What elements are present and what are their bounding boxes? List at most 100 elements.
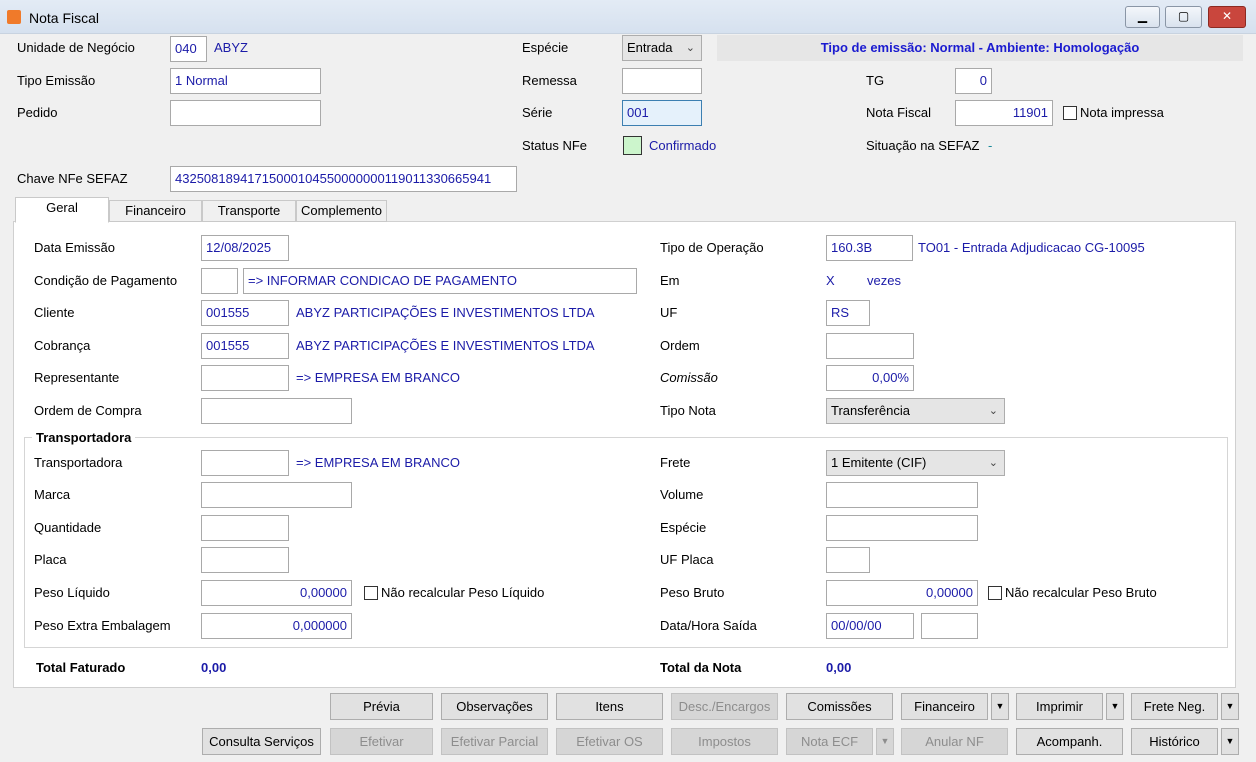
cobranca-code-input[interactable]: 001555: [201, 333, 289, 359]
transportadora-group-label: Transportadora: [32, 430, 136, 446]
tipo-nota-select[interactable]: Transferência ⌄: [826, 398, 1005, 424]
chave-label: Chave NFe SEFAZ: [17, 171, 128, 186]
nota-impressa-checkbox[interactable]: [1063, 106, 1077, 120]
serie-input[interactable]: 001: [622, 100, 702, 126]
nota-ecf-dropdown-icon[interactable]: ▼: [876, 728, 894, 755]
ordem-input[interactable]: [826, 333, 914, 359]
volume-input[interactable]: [826, 482, 978, 508]
em-x: X: [826, 273, 835, 288]
data-saida-input[interactable]: 00/00/00: [826, 613, 914, 639]
em-label: Em: [660, 273, 680, 288]
pedido-input[interactable]: [170, 100, 321, 126]
tab-transporte[interactable]: Transporte: [202, 200, 296, 222]
acompanh-button[interactable]: Acompanh.: [1016, 728, 1123, 755]
especie-value: Entrada: [627, 40, 673, 55]
nao-recalc-liquido-checkbox[interactable]: [364, 586, 378, 600]
minimize-button[interactable]: ▁: [1125, 6, 1160, 28]
transp-name: => EMPRESA EM BRANCO: [296, 455, 460, 470]
cliente-label: Cliente: [34, 305, 75, 320]
maximize-button[interactable]: ▢: [1165, 6, 1202, 28]
previa-button[interactable]: Prévia: [330, 693, 433, 720]
chevron-down-icon: ⌄: [685, 42, 695, 54]
em-vezes: vezes: [867, 273, 901, 288]
observacoes-button[interactable]: Observações: [441, 693, 548, 720]
condicao-desc-input[interactable]: => INFORMAR CONDICAO DE PAGAMENTO: [243, 268, 637, 294]
remessa-input[interactable]: [622, 68, 702, 94]
total-faturado-label: Total Faturado: [36, 660, 126, 675]
tab-geral[interactable]: Geral: [15, 197, 109, 223]
serie-label: Série: [522, 105, 553, 120]
especie-select[interactable]: Entrada ⌄: [622, 35, 702, 61]
tg-input[interactable]: 0: [955, 68, 992, 94]
ordem-compra-input[interactable]: [201, 398, 352, 424]
chevron-down-icon: ⌄: [988, 457, 998, 469]
peso-liquido-input[interactable]: 0,00000: [201, 580, 352, 606]
tipo-operacao-input[interactable]: 160.3B: [826, 235, 913, 261]
nao-recalc-bruto-checkbox[interactable]: [988, 586, 1002, 600]
close-button[interactable]: ✕: [1208, 6, 1246, 28]
itens-button[interactable]: Itens: [556, 693, 663, 720]
chave-input[interactable]: 4325081894171500010455000000011901133066…: [170, 166, 517, 192]
tipo-emissao-label: Tipo Emissão: [17, 73, 96, 88]
frete-neg-dropdown-icon[interactable]: ▼: [1221, 693, 1239, 720]
comissoes-button[interactable]: Comissões: [786, 693, 893, 720]
placa-input[interactable]: [201, 547, 289, 573]
peso-extra-input[interactable]: 0,000000: [201, 613, 352, 639]
consulta-servicos-button[interactable]: Consulta Serviços: [202, 728, 321, 755]
tab-complemento[interactable]: Complemento: [296, 200, 387, 222]
situacao-value: -: [988, 138, 993, 153]
frete-neg-button[interactable]: Frete Neg.: [1131, 693, 1218, 720]
volume-label: Volume: [660, 487, 704, 502]
uf-placa-label: UF Placa: [660, 552, 714, 567]
nota-fiscal-input[interactable]: 11901: [955, 100, 1053, 126]
imprimir-button[interactable]: Imprimir: [1016, 693, 1103, 720]
nao-recalc-liquido-label: Não recalcular Peso Líquido: [381, 585, 545, 600]
unidade-code-input[interactable]: 040: [170, 36, 207, 62]
quantidade-input[interactable]: [201, 515, 289, 541]
representante-code-input[interactable]: [201, 365, 289, 391]
hora-saida-input[interactable]: [921, 613, 978, 639]
emission-banner: Tipo de emissão: Normal - Ambiente: Homo…: [717, 35, 1243, 61]
efetivar-os-button[interactable]: Efetivar OS: [556, 728, 663, 755]
condicao-code-input[interactable]: [201, 268, 238, 294]
ordem-label: Ordem: [660, 338, 700, 353]
impostos-button[interactable]: Impostos: [671, 728, 778, 755]
frete-select[interactable]: 1 Emitente (CIF) ⌄: [826, 450, 1005, 476]
status-nfe-label: Status NFe: [522, 138, 588, 153]
historico-dropdown-icon[interactable]: ▼: [1221, 728, 1239, 755]
marca-input[interactable]: [201, 482, 352, 508]
ordem-compra-label: Ordem de Compra: [34, 403, 142, 418]
remessa-label: Remessa: [522, 73, 577, 88]
status-nfe-value: Confirmado: [649, 138, 717, 153]
uf-placa-input[interactable]: [826, 547, 870, 573]
uf-input[interactable]: RS: [826, 300, 870, 326]
anular-nf-button[interactable]: Anular NF: [901, 728, 1008, 755]
desc-encargos-button[interactable]: Desc./Encargos: [671, 693, 778, 720]
tab-financeiro[interactable]: Financeiro: [109, 200, 202, 222]
financeiro-button[interactable]: Financeiro: [901, 693, 988, 720]
nota-fiscal-label: Nota Fiscal: [866, 105, 932, 120]
data-emissao-input[interactable]: 12/08/2025: [201, 235, 289, 261]
nota-ecf-button[interactable]: Nota ECF: [786, 728, 873, 755]
efetivar-button[interactable]: Efetivar: [330, 728, 433, 755]
especie-label: Espécie: [522, 40, 569, 55]
transp-code-input[interactable]: [201, 450, 289, 476]
marca-label: Marca: [34, 487, 71, 502]
comissao-input[interactable]: 0,00%: [826, 365, 914, 391]
title-bar: Nota Fiscal ▁ ▢ ✕: [0, 0, 1256, 34]
imprimir-dropdown-icon[interactable]: ▼: [1106, 693, 1124, 720]
app-icon: [7, 10, 21, 24]
financeiro-dropdown-icon[interactable]: ▼: [991, 693, 1009, 720]
peso-liquido-label: Peso Líquido: [34, 585, 110, 600]
especie-transp-input[interactable]: [826, 515, 978, 541]
historico-button[interactable]: Histórico: [1131, 728, 1218, 755]
efetivar-parcial-button[interactable]: Efetivar Parcial: [441, 728, 548, 755]
peso-bruto-input[interactable]: 0,00000: [826, 580, 978, 606]
comissao-label: Comissão: [660, 370, 718, 385]
cliente-code-input[interactable]: 001555: [201, 300, 289, 326]
unidade-name: ABYZ: [214, 40, 248, 55]
tipo-emissao-input[interactable]: 1 Normal: [170, 68, 321, 94]
condicao-label: Condição de Pagamento: [34, 273, 178, 288]
peso-extra-label: Peso Extra Embalagem: [34, 618, 171, 633]
tipo-operacao-label: Tipo de Operação: [660, 240, 764, 255]
